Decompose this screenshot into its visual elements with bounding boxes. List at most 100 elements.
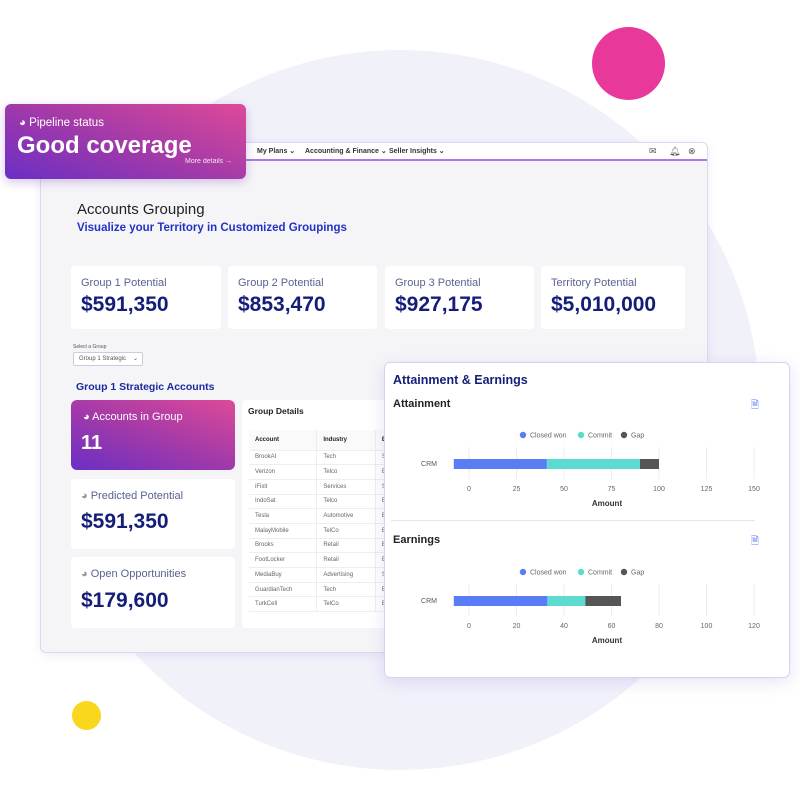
nav-my-plans[interactable]: My Plans ⌄ <box>257 147 295 155</box>
table-cell: FootLocker <box>249 552 318 568</box>
legend-label: Closed won <box>530 570 567 577</box>
legend-label: Gap <box>631 570 644 577</box>
nav-seller-insights[interactable]: Seller Insights ⌄ <box>389 147 445 155</box>
predicted-label: ◕ Predicted Potential <box>81 490 183 502</box>
opportunities-label: ◕ Open Opportunities <box>81 568 186 580</box>
tick-label: 120 <box>748 623 760 630</box>
stat-label: Group 3 Potential <box>395 277 481 289</box>
earnings-title: Earnings <box>393 534 441 546</box>
bar-commit <box>547 596 586 606</box>
table-row[interactable]: BrooksRetailEnt <box>249 538 402 554</box>
accounts-in-group-card: ◕ Accounts in Group 11 <box>71 400 235 470</box>
nav-accounting-finance[interactable]: Accounting & Finance ⌄ <box>305 147 387 155</box>
opportunities-value: $179,600 <box>81 589 169 612</box>
attainment-title: Attainment <box>393 398 451 410</box>
earnings-chart: Closed won Commit Gap 0 20 40 60 80 100 120 CRM Amo… <box>421 568 760 645</box>
table-cell: TelCo <box>316 596 376 613</box>
stat-label: Group 1 Potential <box>81 277 167 289</box>
tick-label: 0 <box>467 623 471 630</box>
legend-marker <box>620 568 628 576</box>
table-row[interactable]: FootLockerRetailEnt <box>249 552 402 568</box>
table-cell: Tech <box>316 582 376 598</box>
table-row[interactable]: IndoSatTelcoEnt <box>249 494 402 510</box>
bar-closed-won <box>453 596 548 606</box>
attainment-earnings-panel: Attainment & Earnings Attainment 🗎︎ Earn… <box>384 362 790 678</box>
panel-title: Attainment & Earnings <box>393 373 528 387</box>
export-document-icon[interactable]: 🗎︎ <box>751 398 759 415</box>
stat-card-group-3: Group 3 Potential $927,175 <box>385 266 534 329</box>
tick-label: 40 <box>560 623 568 630</box>
x-axis-label: Amount <box>592 636 623 645</box>
bell-icon[interactable]: 🔔︎ <box>669 146 680 157</box>
table-cell: Verizon <box>249 464 318 480</box>
pipeline-status-card: ◕ Pipeline status Good coverage More det… <box>5 104 246 179</box>
table-cell: TelCo <box>316 523 376 539</box>
category-label: CRM <box>421 598 437 605</box>
stat-value: $591,350 <box>81 293 169 316</box>
tick-label: 20 <box>513 623 521 630</box>
pipeline-value: Good coverage <box>17 132 192 159</box>
open-opportunities-card: ◕ Open Opportunities $179,600 <box>71 557 235 628</box>
stat-card-group-1: Group 1 Potential $591,350 <box>71 266 221 329</box>
stat-label: Territory Potential <box>551 277 637 289</box>
column-header[interactable]: Industry <box>316 430 376 451</box>
table-row[interactable]: MediaBuyAdvertisingSM <box>249 567 402 583</box>
table-row[interactable]: GuardianTechTechEnt <box>249 582 402 598</box>
tick-label: 25 <box>513 486 521 493</box>
label-text: Pipeline status <box>29 117 104 129</box>
table-row[interactable]: iFixitServicesSM <box>249 479 402 495</box>
stat-card-territory: Territory Potential $5,010,000 <box>541 266 685 329</box>
column-header[interactable]: Account <box>249 430 318 451</box>
bar-commit <box>546 459 640 469</box>
tick-label: 100 <box>701 623 713 630</box>
pipeline-label: ◕ Pipeline status <box>19 117 104 129</box>
select-value: Group 1 Strategic <box>79 356 127 362</box>
legend-marker <box>577 431 585 439</box>
decorative-pink-circle <box>592 27 665 100</box>
nav-label: Accounting & Finance <box>305 148 379 155</box>
bar-gap <box>585 596 621 606</box>
table-row[interactable]: TurkCellTelCoEnt <box>249 596 402 613</box>
accounts-value: 11 <box>81 432 103 454</box>
tick-label: 125 <box>701 486 713 493</box>
mail-icon[interactable]: ✉ <box>649 146 657 157</box>
tick-label: 75 <box>608 486 616 493</box>
tick-label: 60 <box>608 623 616 630</box>
table-row[interactable]: VerizonTelcoEnt <box>249 464 402 480</box>
tick-label: 0 <box>467 486 471 493</box>
table-cell: MalayMobile <box>249 523 318 539</box>
decorative-yellow-circle <box>72 701 101 730</box>
table-cell: Tech <box>316 450 376 466</box>
attainment-chart: Closed won Commit Gap 0 25 50 75 100 125 150 CRM Am… <box>421 431 760 508</box>
tick-label: 50 <box>560 486 568 493</box>
table-cell: iFixit <box>249 479 318 495</box>
table-row[interactable]: MalayMobileTelCoEnt <box>249 523 402 539</box>
legend-marker <box>519 431 527 439</box>
export-document-icon[interactable]: 🗎︎ <box>751 534 759 551</box>
table-cell: Advertising <box>316 567 376 583</box>
user-icon[interactable]: ⊗ <box>688 146 696 157</box>
page-subtitle: Visualize your Territory in Customized G… <box>77 222 347 234</box>
group-select[interactable]: Group 1 Strategic ⌄ <box>73 352 143 366</box>
legend-marker <box>620 431 628 439</box>
stat-card-group-2: Group 2 Potential $853,470 <box>228 266 377 329</box>
predicted-value: $591,350 <box>81 510 169 533</box>
table-cell: Automotive <box>316 508 376 524</box>
chevron-down-icon: ⌄ <box>132 356 138 362</box>
table-row[interactable]: BrookAITechSM <box>249 450 402 466</box>
pie-icon: ◕ <box>81 490 88 502</box>
table-cell: Brooks <box>249 538 318 554</box>
stat-label: Group 2 Potential <box>238 277 324 289</box>
table-header: AccountIndustryBus <box>249 430 402 451</box>
table-row[interactable]: TeslaAutomotiveEnt <box>249 508 402 524</box>
legend-label: Gap <box>631 433 644 440</box>
stat-value: $853,470 <box>238 293 326 316</box>
legend-label: Closed won <box>530 433 567 440</box>
table-cell: Telco <box>316 464 376 480</box>
pie-icon: ◕ <box>19 117 26 129</box>
x-axis-label: Amount <box>592 499 623 508</box>
group-details-table: AccountIndustryBus BrookAITechSMVerizonT… <box>249 430 402 613</box>
table-cell: Retail <box>316 538 376 554</box>
page-title: Accounts Grouping <box>77 201 205 218</box>
more-details-link[interactable]: More details → <box>185 158 232 165</box>
